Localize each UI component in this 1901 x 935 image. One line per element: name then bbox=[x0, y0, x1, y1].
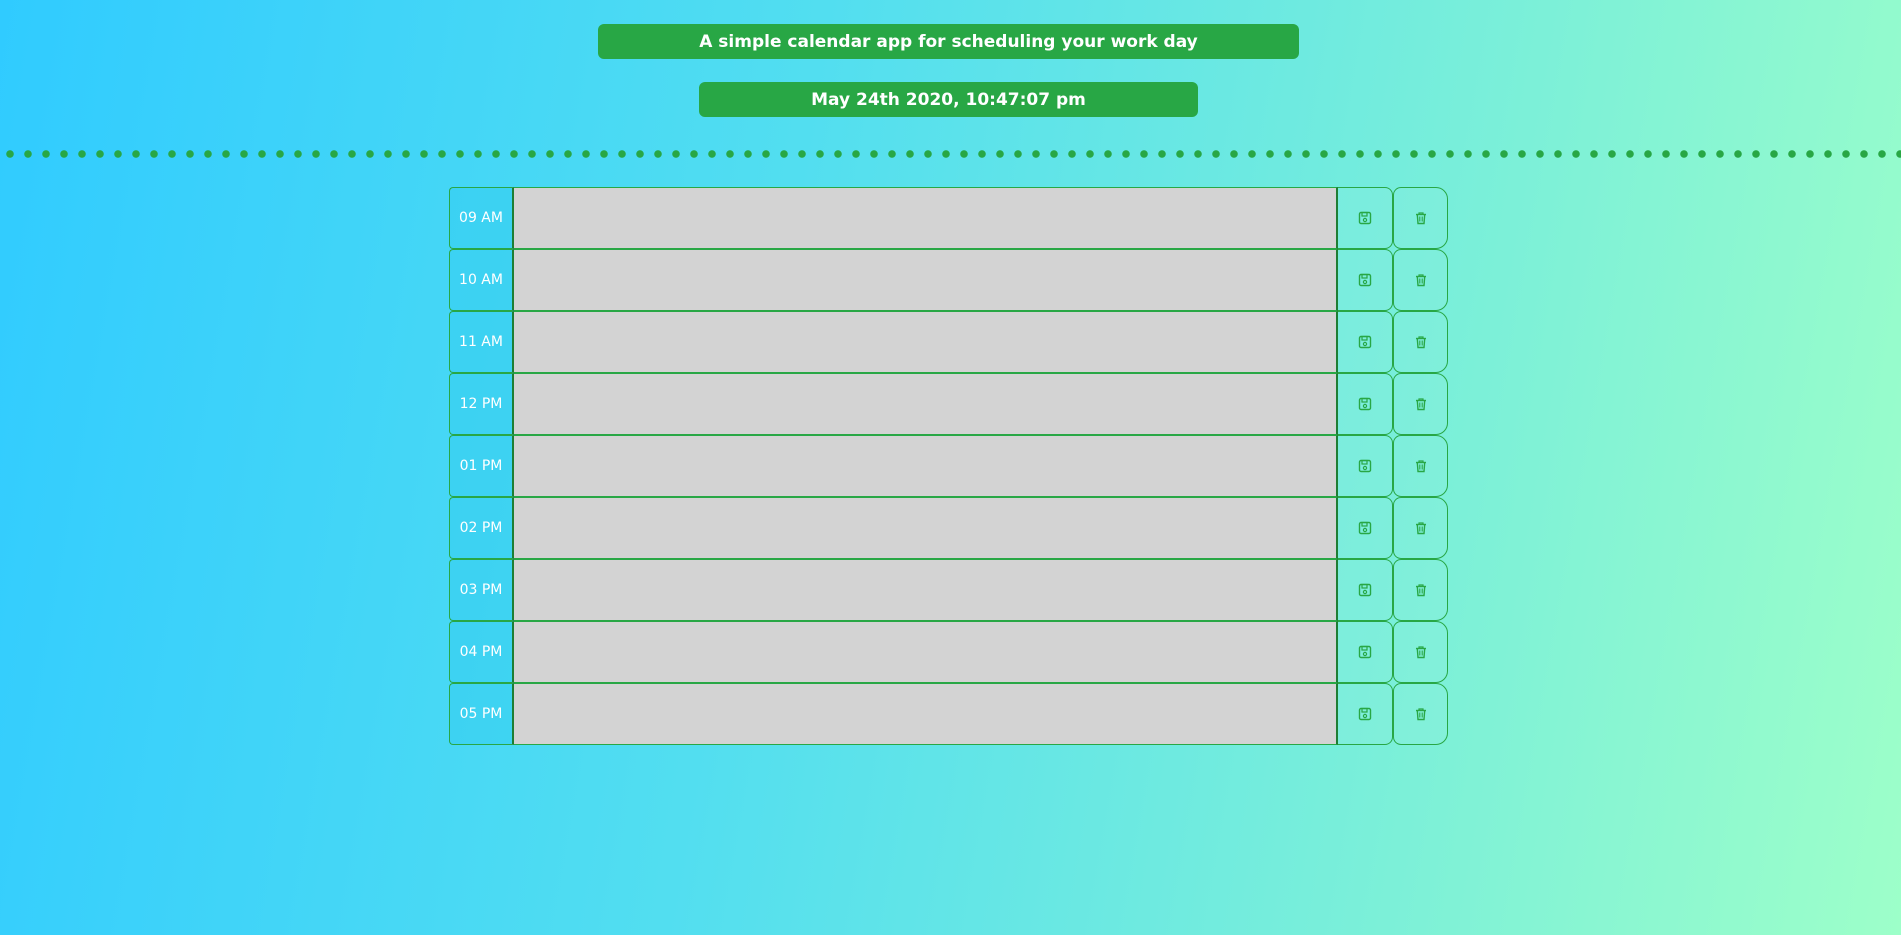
save-button[interactable] bbox=[1338, 683, 1393, 745]
event-input[interactable] bbox=[514, 559, 1338, 621]
delete-button[interactable] bbox=[1393, 373, 1448, 435]
save-button[interactable] bbox=[1338, 311, 1393, 373]
delete-button[interactable] bbox=[1393, 311, 1448, 373]
save-button[interactable] bbox=[1338, 435, 1393, 497]
event-input[interactable] bbox=[514, 497, 1338, 559]
event-input[interactable] bbox=[514, 187, 1338, 249]
event-input[interactable] bbox=[514, 373, 1338, 435]
hour-label: 01 PM bbox=[449, 435, 514, 497]
floppy-disk-icon bbox=[1358, 459, 1372, 473]
schedule: 09 AM 10 AM 11 AM 12 PM 01 PM 02 PM 03 P… bbox=[449, 187, 1448, 745]
event-input[interactable] bbox=[514, 249, 1338, 311]
app-subtitle: A simple calendar app for scheduling you… bbox=[598, 24, 1299, 59]
time-block-row: 12 PM bbox=[449, 373, 1448, 435]
save-button[interactable] bbox=[1338, 497, 1393, 559]
hour-label: 09 AM bbox=[449, 187, 514, 249]
delete-button[interactable] bbox=[1393, 435, 1448, 497]
trash-icon bbox=[1415, 460, 1426, 473]
floppy-disk-icon bbox=[1358, 397, 1372, 411]
trash-icon bbox=[1415, 584, 1426, 597]
save-button[interactable] bbox=[1338, 621, 1393, 683]
trash-icon bbox=[1415, 274, 1426, 287]
event-input[interactable] bbox=[514, 311, 1338, 373]
time-block-row: 01 PM bbox=[449, 435, 1448, 497]
hour-label: 03 PM bbox=[449, 559, 514, 621]
delete-button[interactable] bbox=[1393, 249, 1448, 311]
delete-button[interactable] bbox=[1393, 621, 1448, 683]
time-block-row: 03 PM bbox=[449, 559, 1448, 621]
delete-button[interactable] bbox=[1393, 187, 1448, 249]
trash-icon bbox=[1415, 522, 1426, 535]
floppy-disk-icon bbox=[1358, 645, 1372, 659]
trash-icon bbox=[1415, 336, 1426, 349]
event-input[interactable] bbox=[514, 621, 1338, 683]
hour-label: 02 PM bbox=[449, 497, 514, 559]
floppy-disk-icon bbox=[1358, 521, 1372, 535]
event-input[interactable] bbox=[514, 435, 1338, 497]
floppy-disk-icon bbox=[1358, 707, 1372, 721]
hour-label: 05 PM bbox=[449, 683, 514, 745]
hour-label: 10 AM bbox=[449, 249, 514, 311]
save-button[interactable] bbox=[1338, 373, 1393, 435]
trash-icon bbox=[1415, 212, 1426, 225]
save-button[interactable] bbox=[1338, 249, 1393, 311]
time-block-row: 05 PM bbox=[449, 683, 1448, 745]
trash-icon bbox=[1415, 646, 1426, 659]
time-block-row: 02 PM bbox=[449, 497, 1448, 559]
hour-label: 11 AM bbox=[449, 311, 514, 373]
current-datetime: May 24th 2020, 10:47:07 pm bbox=[699, 82, 1198, 117]
floppy-disk-icon bbox=[1358, 211, 1372, 225]
floppy-disk-icon bbox=[1358, 273, 1372, 287]
delete-button[interactable] bbox=[1393, 683, 1448, 745]
time-block-row: 11 AM bbox=[449, 311, 1448, 373]
floppy-disk-icon bbox=[1358, 335, 1372, 349]
delete-button[interactable] bbox=[1393, 497, 1448, 559]
hour-label: 12 PM bbox=[449, 373, 514, 435]
time-block-row: 09 AM bbox=[449, 187, 1448, 249]
floppy-disk-icon bbox=[1358, 583, 1372, 597]
trash-icon bbox=[1415, 398, 1426, 411]
delete-button[interactable] bbox=[1393, 559, 1448, 621]
dotted-divider bbox=[0, 150, 1901, 158]
hour-label: 04 PM bbox=[449, 621, 514, 683]
time-block-row: 10 AM bbox=[449, 249, 1448, 311]
event-input[interactable] bbox=[514, 683, 1338, 745]
save-button[interactable] bbox=[1338, 559, 1393, 621]
time-block-row: 04 PM bbox=[449, 621, 1448, 683]
save-button[interactable] bbox=[1338, 187, 1393, 249]
trash-icon bbox=[1415, 708, 1426, 721]
